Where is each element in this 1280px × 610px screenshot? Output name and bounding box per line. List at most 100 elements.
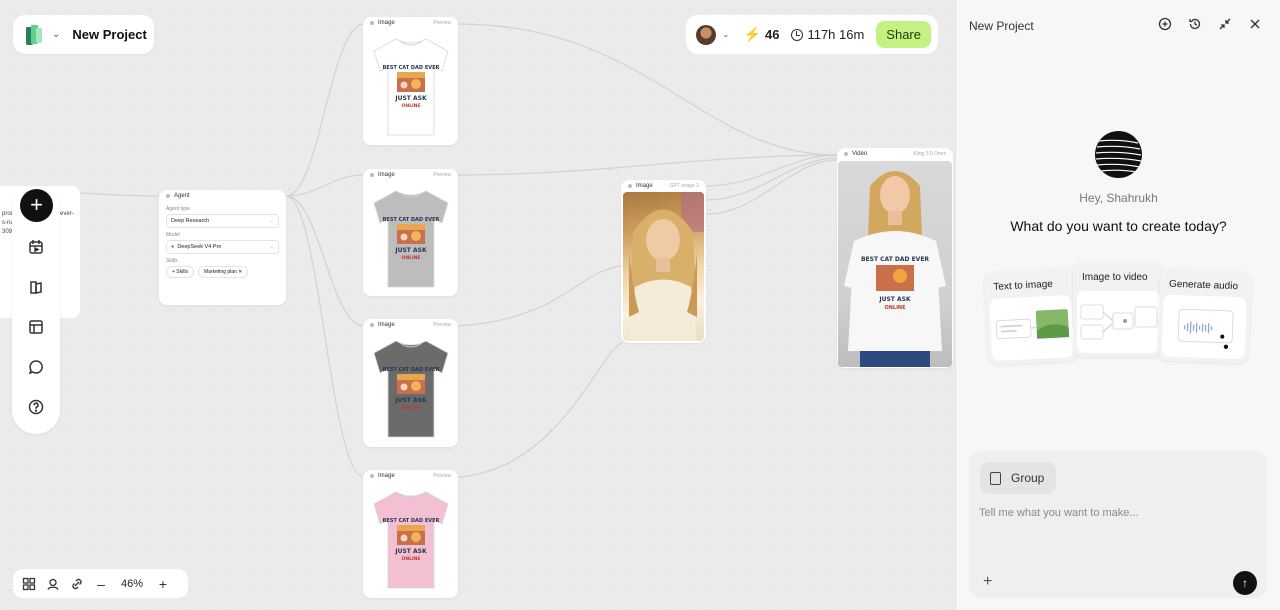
- skills-label: Skills: [166, 258, 178, 264]
- node-header: Image Preview: [363, 169, 458, 181]
- credits-counter[interactable]: ⚡ 46: [744, 26, 780, 43]
- chevron-down-icon: ⌄: [269, 218, 274, 224]
- model-tag: GPT image 2: [669, 183, 699, 189]
- composer: Group + ↑: [969, 451, 1267, 598]
- history-icon[interactable]: [1188, 17, 1202, 31]
- model-value: DeepSeek V4 Pro: [177, 244, 222, 250]
- project-switcher[interactable]: ⌄ New Project: [13, 15, 154, 54]
- agent-node[interactable]: Agent Agent type Deep Research ⌄ Model ●…: [159, 190, 286, 305]
- card-preview: [989, 294, 1075, 362]
- tshirt-image: BEST CAT DAD EVER JUST ASK ONLINE: [365, 482, 456, 596]
- clock-icon: [791, 28, 804, 41]
- svg-text:BEST CAT DAD EVER: BEST CAT DAD EVER: [861, 256, 929, 263]
- panel-title: New Project: [969, 19, 1034, 33]
- node-status-dot: [628, 184, 632, 188]
- node-header: Image GPT image 2: [621, 180, 706, 192]
- node-status-dot: [370, 474, 374, 478]
- skills-chips: + Skills Marketing plan ✕: [166, 266, 279, 278]
- skill-chip[interactable]: Marketing plan ✕: [197, 266, 249, 278]
- agent-type-select[interactable]: Deep Research ⌄: [166, 214, 279, 228]
- chevron-down-icon: ⌄: [269, 244, 274, 250]
- generate-audio-card[interactable]: Generate audio: [1157, 268, 1252, 364]
- image-to-video-card[interactable]: Image to video: [1073, 262, 1164, 357]
- svg-text:JUST ASK: JUST ASK: [878, 296, 911, 303]
- image-node[interactable]: Image Preview BEST CAT DAD EVER JUST ASK O…: [363, 169, 458, 296]
- node-header: Image Preview: [363, 470, 458, 482]
- svg-text:JUST ASK: JUST ASK: [394, 397, 427, 404]
- video-node[interactable]: Video Kling 3.0 Omni BEST CAT DAD EVER J…: [837, 148, 953, 368]
- image-node[interactable]: Image Preview BEST CAT DAD EVER JUST ASK O…: [363, 17, 458, 145]
- node-header: Video Kling 3.0 Omni: [837, 148, 953, 160]
- zoom-level[interactable]: 46%: [115, 578, 149, 590]
- image-node[interactable]: Image Preview BEST CAT DAD EVER JUST ASK O…: [363, 470, 458, 598]
- svg-text:BEST CAT DAD EVER: BEST CAT DAD EVER: [382, 217, 439, 223]
- collapse-icon[interactable]: [1218, 17, 1232, 31]
- preview-link[interactable]: Preview: [433, 473, 451, 479]
- panel-actions: [1158, 17, 1262, 31]
- greeting: Hey, Shahrukh: [1079, 191, 1158, 205]
- add-node-button[interactable]: +: [20, 189, 53, 222]
- portrait-photo: [623, 192, 704, 341]
- node-header: Agent: [159, 190, 286, 202]
- node-header: Image Preview: [363, 319, 458, 331]
- chevron-down-icon[interactable]: ⌄: [722, 29, 730, 40]
- prompt-input[interactable]: [979, 507, 1249, 519]
- media-icon[interactable]: [27, 238, 45, 256]
- agent-type-label: Agent type: [166, 206, 190, 212]
- select-tool-icon[interactable]: [43, 574, 63, 594]
- time-remaining[interactable]: 117h 16m: [791, 27, 864, 42]
- image-node[interactable]: Image GPT image 2: [621, 180, 706, 343]
- svg-text:BEST CAT DAD EVER: BEST CAT DAD EVER: [382, 65, 439, 71]
- node-title: Image: [378, 322, 395, 328]
- card-preview: [1161, 294, 1247, 360]
- node-status-dot: [370, 21, 374, 25]
- svg-text:ONLINE: ONLINE: [401, 556, 420, 562]
- model-tag: Kling 3.0 Omni: [913, 151, 946, 157]
- zoom-out-button[interactable]: –: [91, 576, 111, 592]
- preview-link[interactable]: Preview: [433, 172, 451, 178]
- share-button[interactable]: Share: [876, 21, 931, 48]
- connection-wires: [79, 23, 838, 478]
- assets-icon[interactable]: [27, 278, 45, 296]
- node-status-dot: [370, 173, 374, 177]
- avatar[interactable]: [696, 24, 716, 45]
- zoom-in-button[interactable]: +: [153, 576, 173, 592]
- layout-icon[interactable]: [27, 318, 45, 336]
- add-skill-chip[interactable]: + Skills: [166, 266, 194, 278]
- model-label: Model: [166, 232, 180, 238]
- node-title: Image: [378, 172, 395, 178]
- svg-text:ONLINE: ONLINE: [401, 255, 420, 261]
- preview-link[interactable]: Preview: [433, 20, 451, 26]
- image-node[interactable]: Image Preview BEST CAT DAD EVER JUST ASK O…: [363, 319, 458, 447]
- link-tool-icon[interactable]: [67, 574, 87, 594]
- svg-text:BEST CAT DAD EVER: BEST CAT DAD EVER: [382, 518, 439, 524]
- attach-icon[interactable]: +: [983, 573, 992, 591]
- group-button-label: Group: [1011, 471, 1045, 485]
- grid-view-icon[interactable]: [19, 574, 39, 594]
- video-preview[interactable]: BEST CAT DAD EVER JUST ASK ONLINE: [838, 161, 952, 367]
- node-header: Image Preview: [363, 17, 458, 29]
- canvas[interactable]: ⌄ New Project ⌄ ⚡ 46 117h 16m Share prod…: [0, 0, 955, 610]
- send-button[interactable]: ↑: [1233, 571, 1257, 595]
- skill-chip-label: Marketing plan: [203, 269, 237, 275]
- new-chat-icon[interactable]: [1158, 17, 1172, 31]
- document-icon: [990, 471, 1001, 485]
- help-icon[interactable]: [27, 398, 45, 416]
- chevron-down-icon: ⌄: [52, 29, 61, 40]
- close-icon[interactable]: [1248, 17, 1262, 31]
- preview-link[interactable]: Preview: [433, 322, 451, 328]
- deepseek-logo-icon: ●: [171, 244, 175, 250]
- card-title: Generate audio: [1168, 278, 1239, 293]
- app-logo-icon: [25, 24, 43, 46]
- node-title: Image: [636, 183, 653, 189]
- prompt-question: What do you want to create today?: [1010, 218, 1227, 234]
- chat-icon[interactable]: [27, 358, 45, 376]
- svg-text:BEST CAT DAD EVER: BEST CAT DAD EVER: [382, 367, 439, 373]
- group-button[interactable]: Group: [980, 462, 1057, 494]
- model-select[interactable]: ● DeepSeek V4 Pro ⌄: [166, 240, 279, 254]
- node-title: Image: [378, 20, 395, 26]
- credits-value: 46: [764, 27, 780, 42]
- node-title: Video: [852, 151, 868, 157]
- text-to-image-card[interactable]: Text to image: [983, 267, 1079, 366]
- node-title: Image: [378, 473, 395, 479]
